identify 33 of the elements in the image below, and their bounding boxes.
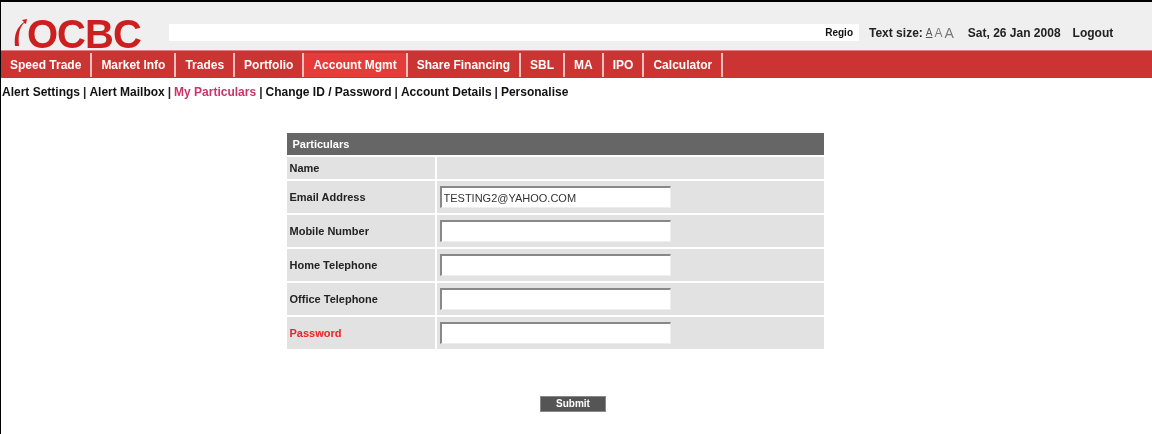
field-label: Home Telephone [286, 249, 435, 281]
field-label: Name [286, 157, 435, 179]
region-text: Regio [825, 26, 853, 40]
text-size-label: Text size: [869, 24, 923, 42]
submit-button[interactable]: Submit [540, 396, 606, 412]
logout-link[interactable]: Logout [1072, 23, 1114, 42]
subnav-link[interactable]: Personalise [500, 83, 569, 101]
subnav-link[interactable]: My Particulars [174, 83, 257, 101]
subnav-link[interactable]: Alert Mailbox [89, 83, 165, 101]
date-text: Sat, 26 Jan 2008 [967, 24, 1061, 42]
text-input[interactable] [439, 220, 671, 242]
separator-text: | [493, 84, 499, 101]
text-input[interactable] [439, 322, 671, 344]
text-input[interactable] [439, 288, 671, 310]
logo: OCBC [27, 18, 141, 50]
text-input[interactable] [439, 254, 671, 276]
subnav-link[interactable]: Change ID / Password [265, 83, 392, 101]
separator-text: | [258, 84, 264, 101]
nav-tab[interactable]: Account Mgmt [304, 52, 408, 77]
separator-text: | [166, 84, 173, 101]
field-label: Office Telephone [286, 283, 435, 315]
subnav-link[interactable]: Alert Settings [2, 83, 80, 101]
field-label: Mobile Number [286, 215, 435, 247]
form-header: Particulars [286, 133, 824, 155]
text-size-option[interactable]: A [925, 27, 933, 38]
subnav-link[interactable]: Account Details [400, 83, 492, 101]
separator-text: | [393, 84, 399, 101]
separator-text: | [82, 84, 88, 101]
text-size-option[interactable]: A [944, 25, 954, 40]
field-label: Email Address [286, 181, 435, 213]
text-size-option[interactable]: A [934, 26, 943, 39]
field-label: Password [286, 317, 435, 349]
text-input[interactable]: TESTING2@YAHOO.COM [439, 186, 671, 208]
